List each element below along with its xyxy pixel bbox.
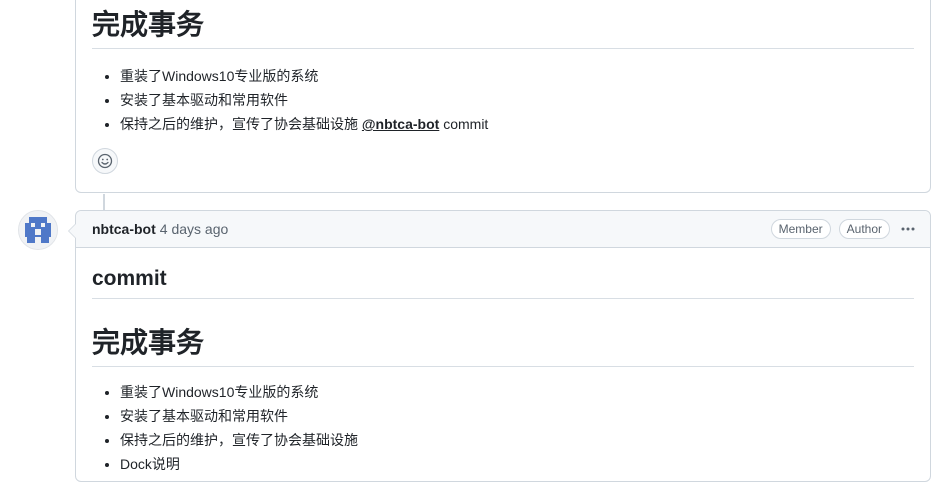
bot-avatar-icon [19, 211, 57, 249]
comment-header: nbtca-bot 4 days ago Member Author [76, 211, 930, 248]
timestamp-link[interactable]: 4 days ago [160, 221, 229, 237]
list-item: 重装了Windows10专业版的系统 [120, 66, 914, 86]
list-item-text: 保持之后的维护，宣传了协会基础设施 [120, 116, 362, 132]
list-item: 安装了基本驱动和常用软件 [120, 406, 914, 426]
smiley-icon [97, 153, 113, 169]
kebab-horizontal-icon [901, 227, 915, 231]
timeline-connector [103, 194, 105, 210]
task-list: 重装了Windows10专业版的系统 安装了基本驱动和常用软件 保持之后的维护，… [92, 66, 914, 134]
bot-comment: nbtca-bot 4 days ago Member Author commi… [68, 210, 931, 482]
member-badge: Member [770, 219, 831, 239]
author-link[interactable]: nbtca-bot [92, 221, 156, 237]
task-list: 重装了Windows10专业版的系统 安装了基本驱动和常用软件 保持之后的维护，… [92, 382, 914, 474]
add-reaction-button[interactable] [92, 148, 118, 174]
list-item: 重装了Windows10专业版的系统 [120, 382, 914, 402]
comment-heading: 完成事务 [92, 325, 914, 368]
previous-comment: 完成事务 重装了Windows10专业版的系统 安装了基本驱动和常用软件 保持之… [75, 0, 931, 193]
list-item-suffix: commit [439, 116, 489, 132]
list-item: 安装了基本驱动和常用软件 [120, 90, 914, 110]
avatar[interactable] [18, 210, 58, 250]
list-item: Dock说明 [120, 454, 914, 474]
user-mention-link[interactable]: @nbtca-bot [362, 116, 439, 132]
author-badge: Author [838, 219, 890, 239]
list-item: 保持之后的维护，宣传了协会基础设施 @nbtca-bot commit [120, 114, 914, 134]
list-item: 保持之后的维护，宣传了协会基础设施 [120, 430, 914, 450]
comment-options-button[interactable] [898, 219, 918, 239]
comment-title: commit [92, 266, 914, 300]
comment-heading: 完成事务 [92, 7, 914, 49]
